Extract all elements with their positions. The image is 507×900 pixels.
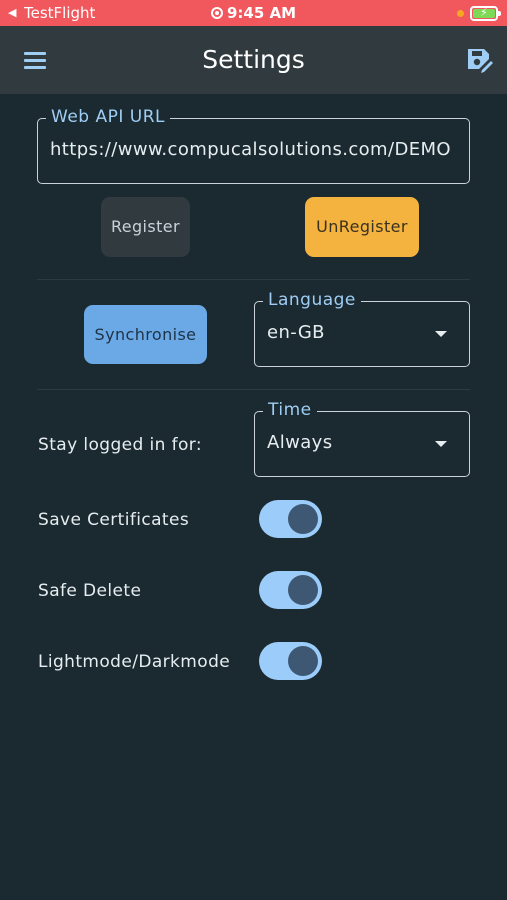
safe-delete-label: Safe Delete	[38, 581, 142, 601]
time-value: Always	[267, 432, 333, 453]
page-title: Settings	[202, 45, 305, 74]
language-value: en-GB	[267, 322, 325, 343]
save-certificates-toggle[interactable]	[259, 500, 322, 538]
dropdown-arrow-icon	[435, 331, 447, 337]
divider	[37, 389, 470, 390]
time-label: Time	[263, 400, 317, 420]
divider	[37, 279, 470, 280]
app-bar: Settings	[0, 26, 507, 94]
lightmode-darkmode-toggle[interactable]	[259, 642, 322, 680]
status-bar: ◀ TestFlight 9:45 AM ⚡	[0, 0, 507, 26]
language-label: Language	[263, 290, 361, 310]
web-api-url-label: Web API URL	[46, 107, 170, 127]
web-api-url-field[interactable]: Web API URL https://www.compucalsolution…	[37, 107, 470, 184]
screen-record-icon	[210, 7, 223, 19]
save-edit-icon[interactable]	[465, 46, 493, 74]
status-time: 9:45 AM	[226, 4, 297, 22]
language-dropdown[interactable]: Language en-GB	[254, 290, 470, 367]
mic-indicator-icon	[457, 10, 464, 17]
save-certificates-label: Save Certificates	[38, 510, 190, 530]
stay-logged-in-label: Stay logged in for:	[38, 435, 203, 455]
lightmode-darkmode-label: Lightmode/Darkmode	[38, 652, 231, 672]
status-time-area: 9:45 AM	[0, 3, 507, 23]
unregister-button[interactable]: UnRegister	[305, 197, 419, 257]
register-button[interactable]: Register	[101, 197, 190, 257]
web-api-url-input[interactable]: https://www.compucalsolutions.com/DEMO	[50, 138, 461, 162]
safe-delete-toggle[interactable]	[259, 571, 322, 609]
battery-charging-icon: ⚡	[470, 6, 501, 21]
synchronise-button[interactable]: Synchronise	[84, 305, 207, 364]
time-dropdown[interactable]: Time Always	[254, 400, 470, 477]
dropdown-arrow-icon	[435, 441, 447, 447]
